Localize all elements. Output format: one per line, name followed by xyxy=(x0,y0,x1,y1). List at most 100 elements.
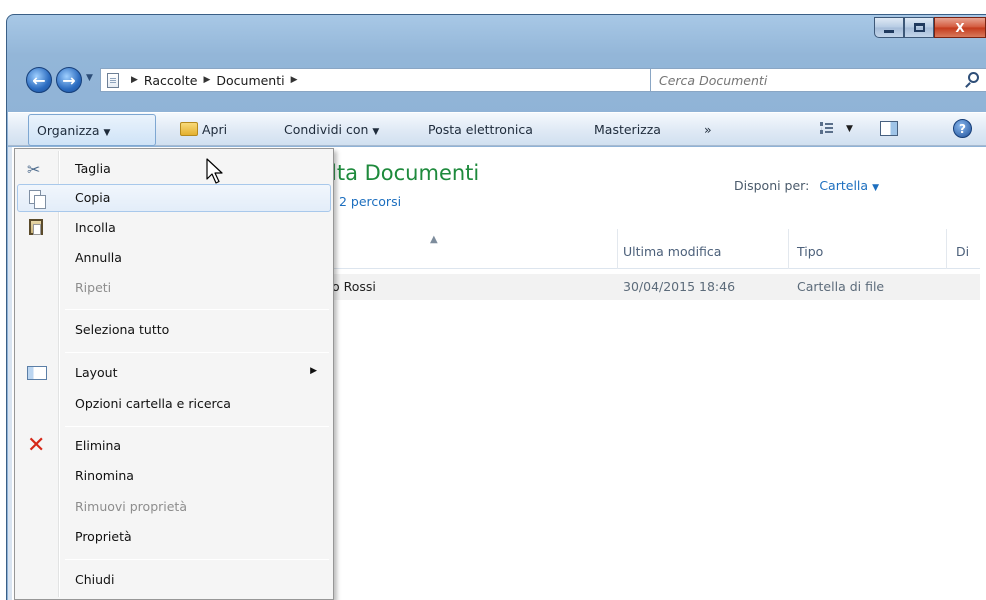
forward-button[interactable]: → xyxy=(56,67,82,93)
breadcrumb-documenti[interactable]: Documenti xyxy=(216,73,284,88)
menu-item-delete[interactable]: ✕ Elimina xyxy=(17,432,331,460)
arrange-by: Disponi per: Cartella ▼ xyxy=(734,178,879,193)
paste-icon xyxy=(29,219,43,235)
navigation-pane-edge xyxy=(8,147,12,600)
chevron-down-icon: ▼ xyxy=(872,183,879,193)
organize-menu: ✂ Taglia Copia Incolla Annulla Ripeti Se… xyxy=(14,148,334,600)
library-locations-link[interactable]: 2 percorsi xyxy=(339,194,401,209)
breadcrumb-separator-icon[interactable]: ▶ xyxy=(131,75,138,85)
open-label: Apri xyxy=(202,122,228,137)
menu-item-properties[interactable]: Proprietà xyxy=(17,523,331,551)
more-commands-button[interactable]: » xyxy=(704,122,712,137)
menu-item-copy[interactable]: Copia xyxy=(17,184,331,212)
menu-item-select-all[interactable]: Seleziona tutto xyxy=(17,316,331,344)
arrange-by-dropdown[interactable]: Cartella ▼ xyxy=(819,178,879,193)
address-bar[interactable]: ▶ Raccolte ▶ Documenti ▶ ▼ xyxy=(100,68,666,92)
forward-arrow-icon: → xyxy=(62,70,76,90)
email-label: Posta elettronica xyxy=(428,122,533,137)
breadcrumb-raccolte[interactable]: Raccolte xyxy=(144,73,198,88)
menu-separator xyxy=(65,426,329,427)
minimize-icon xyxy=(884,29,894,33)
menu-item-label: Chiudi xyxy=(75,572,115,587)
menu-item-folder-options[interactable]: Opzioni cartella e ricerca xyxy=(17,390,331,418)
menu-separator xyxy=(65,352,329,353)
layout-icon xyxy=(27,366,47,380)
column-divider[interactable] xyxy=(617,229,618,269)
menu-item-label: Ripeti xyxy=(75,280,112,295)
menu-item-label: Seleziona tutto xyxy=(75,322,170,337)
chevron-down-icon: ▼ xyxy=(372,127,380,137)
breadcrumb: ▶ Raccolte ▶ Documenti ▶ xyxy=(125,73,304,88)
column-header-modified[interactable]: Ultima modifica xyxy=(623,244,721,259)
column-divider[interactable] xyxy=(946,229,947,269)
more-commands-icon: » xyxy=(704,122,712,137)
close-button[interactable]: X xyxy=(934,17,986,38)
search-input[interactable] xyxy=(659,72,949,88)
menu-item-label: Elimina xyxy=(75,438,122,453)
row-modified: 30/04/2015 18:46 xyxy=(623,279,736,294)
document-library-icon xyxy=(107,72,119,88)
menu-item-cut[interactable]: ✂ Taglia xyxy=(17,155,331,183)
submenu-arrow-icon: ▶ xyxy=(310,366,317,376)
menu-item-undo[interactable]: Annulla xyxy=(17,244,331,272)
share-label: Condividi con xyxy=(284,122,369,137)
mouse-cursor-icon xyxy=(206,158,223,184)
close-icon: X xyxy=(955,20,965,35)
menu-separator xyxy=(65,309,329,310)
sort-ascending-icon: ▲ xyxy=(430,234,438,245)
table-row[interactable]: o Rossi 30/04/2015 18:46 Cartella di fil… xyxy=(320,274,980,300)
arrange-by-value: Cartella xyxy=(819,178,869,193)
breadcrumb-separator-icon[interactable]: ▶ xyxy=(291,75,298,85)
organize-button[interactable]: Organizza ▼ xyxy=(28,114,156,146)
search-icon[interactable] xyxy=(968,72,979,83)
share-button[interactable]: Condividi con ▼ xyxy=(284,122,379,137)
menu-item-label: Incolla xyxy=(75,220,116,235)
menu-item-close[interactable]: Chiudi xyxy=(17,566,331,594)
preview-pane-icon[interactable] xyxy=(880,121,898,136)
menu-item-paste[interactable]: Incolla xyxy=(17,214,331,242)
menu-separator xyxy=(65,559,329,560)
organize-label: Organizza xyxy=(37,123,100,138)
minimize-button[interactable] xyxy=(874,17,904,38)
search-box xyxy=(650,68,986,92)
column-header-truncated[interactable]: Di xyxy=(956,244,969,259)
menu-item-label: Opzioni cartella e ricerca xyxy=(75,396,231,411)
burn-button[interactable]: Masterizza xyxy=(594,122,661,137)
column-header-row: ▲ Ultima modifica Tipo Di xyxy=(320,229,980,269)
breadcrumb-separator-icon[interactable]: ▶ xyxy=(203,75,210,85)
burn-label: Masterizza xyxy=(594,122,661,137)
column-divider[interactable] xyxy=(788,229,789,269)
row-name: o Rossi xyxy=(332,279,376,294)
view-options-chevron-icon[interactable]: ▼ xyxy=(846,124,853,134)
open-folder-icon xyxy=(180,122,198,136)
menu-item-label: Rimuovi proprietà xyxy=(75,499,187,514)
back-button[interactable]: ← xyxy=(26,67,52,93)
command-bar: Organizza ▼ Apri Condividi con ▼ Posta ele… xyxy=(8,112,986,146)
delete-icon: ✕ xyxy=(27,433,46,458)
menu-item-layout[interactable]: Layout ▶ xyxy=(17,359,331,387)
maximize-button[interactable] xyxy=(904,17,934,38)
column-header-type[interactable]: Tipo xyxy=(797,244,823,259)
menu-item-label: Annulla xyxy=(75,250,122,265)
chevron-down-icon: ▼ xyxy=(103,128,111,138)
copy-icon xyxy=(28,190,46,209)
arrange-by-label: Disponi per: xyxy=(734,178,810,193)
navigation-bar: ← → ▼ ▶ Raccolte ▶ Documenti ▶ ▼ ⇆ xyxy=(26,65,986,95)
menu-item-redo: Ripeti xyxy=(17,274,331,302)
email-button[interactable]: Posta elettronica xyxy=(428,122,533,137)
menu-item-label: Layout xyxy=(75,365,118,380)
help-icon[interactable]: ? xyxy=(953,119,972,138)
menu-item-label: Copia xyxy=(75,190,111,205)
history-dropdown-icon[interactable]: ▼ xyxy=(86,73,93,83)
library-title: lta Documenti xyxy=(331,161,480,185)
back-arrow-icon: ← xyxy=(32,70,46,90)
menu-item-rename[interactable]: Rinomina xyxy=(17,462,331,490)
maximize-icon xyxy=(913,23,925,32)
menu-item-label: Proprietà xyxy=(75,529,132,544)
change-view-icon[interactable] xyxy=(820,122,834,134)
row-type: Cartella di file xyxy=(797,279,885,294)
menu-item-label: Taglia xyxy=(75,161,111,176)
caption-buttons: X xyxy=(874,17,986,38)
open-button[interactable]: Apri xyxy=(180,122,227,137)
menu-item-remove-properties: Rimuovi proprietà xyxy=(17,493,331,521)
